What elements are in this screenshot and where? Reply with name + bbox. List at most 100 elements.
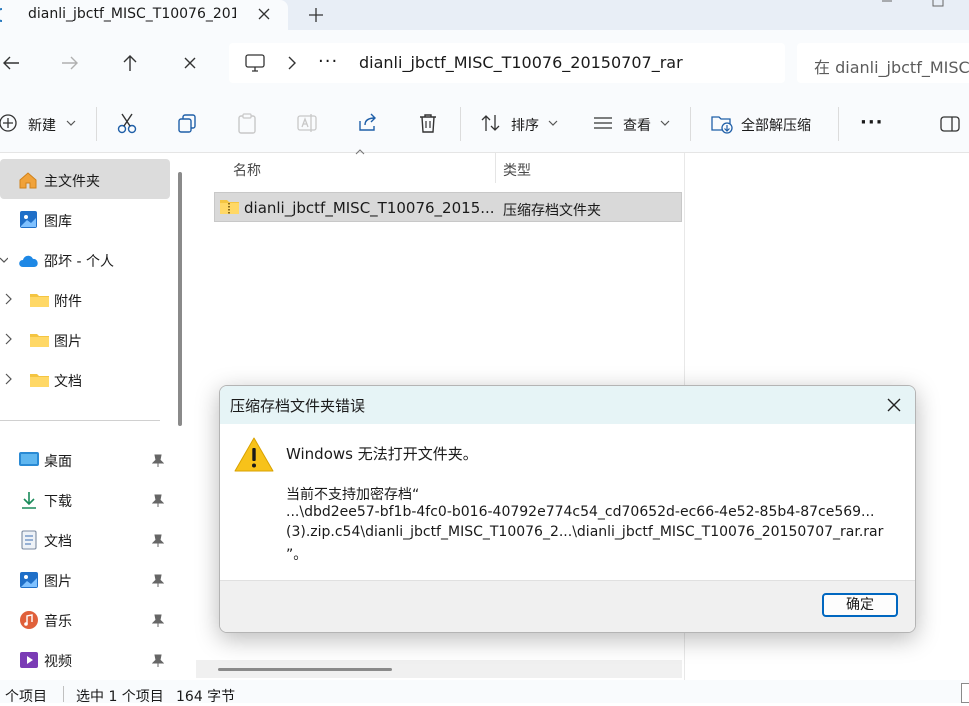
quick-access-label[interactable]: 文档 [44,531,72,551]
more-options-icon[interactable]: ··· [860,112,884,133]
view-list-icon [592,113,614,133]
dialog-detail: 当前不支持加密存档“ [286,487,420,503]
status-item-count: 个项目 [5,689,47,705]
divider [838,107,839,141]
status-selected: 选中 1 个项目 [76,689,164,705]
divider [63,686,64,702]
videos-icon [19,650,39,670]
zip-folder-icon [220,199,240,215]
music-icon [19,610,39,630]
tab-active[interactable]: dianli_jbctf_MISC_T10076_20150707_rar [0,0,288,30]
tab-icon [0,7,8,23]
folder-icon [30,372,50,388]
delete-icon[interactable] [417,112,439,134]
column-divider[interactable] [495,153,496,183]
sort-ascending-icon [355,148,365,156]
details-pane-icon[interactable] [939,114,961,134]
share-icon[interactable] [357,112,379,134]
tab-title: dianli_jbctf_MISC_T10076_20150707_rar [28,6,236,22]
copy-icon[interactable] [176,112,198,134]
nav-folder-label[interactable]: 图片 [54,331,82,351]
close-icon[interactable] [886,397,902,413]
pin-icon[interactable] [152,534,164,548]
divider [0,420,160,421]
pin-icon[interactable] [152,614,164,628]
forward-button[interactable] [58,51,82,75]
chevron-right-icon[interactable] [5,333,13,345]
nav-home-label: 主文件夹 [44,174,100,190]
dialog-detail: (3).zip.c54\dianli_jbctf_MISC_T10076_2..… [286,524,884,540]
error-dialog: 压缩存档文件夹错误 Windows 无法打开文件夹。 当前不支持加密存档“ ..… [219,385,916,633]
pictures-icon [19,571,39,589]
maximize-icon[interactable] [932,0,946,8]
nav-scrollbar[interactable] [178,172,182,426]
dialog-detail: ...\dbd2ee57-bf1b-4fc0-b016-40792e774c54… [286,504,875,520]
minimize-icon[interactable] [880,0,894,4]
extract-archive-icon [710,112,734,134]
onedrive-cloud-icon [17,252,41,268]
quick-access-label[interactable]: 桌面 [44,451,72,471]
rename-icon[interactable] [296,112,318,134]
pin-icon[interactable] [152,494,164,508]
column-header-type[interactable]: 类型 [503,160,531,180]
dialog-title: 压缩存档文件夹错误 [230,397,366,415]
document-icon [21,530,37,550]
search-placeholder: 在 dianli_jbctf_MISC_T10076_20150707_rar … [814,58,969,77]
up-button[interactable] [118,51,142,75]
column-header-name[interactable]: 名称 [233,160,261,180]
desktop-icon [19,451,39,469]
view-toggle-icon[interactable] [961,683,969,703]
folder-icon [30,292,50,308]
cut-icon[interactable] [116,112,138,134]
nav-gallery-label: 图库 [44,214,72,230]
quick-access-label[interactable]: 图片 [44,571,72,591]
nav-onedrive-label: 邵坏 - 个人 [44,254,114,270]
quick-access-label[interactable]: 视频 [44,651,72,671]
gallery-icon [19,210,39,230]
dialog-message: Windows 无法打开文件夹。 [286,445,478,463]
file-name: dianli_jbctf_MISC_T10076_2015... [244,199,495,217]
file-type: 压缩存档文件夹 [503,203,601,219]
chevron-down-icon [66,119,76,127]
new-button-label: 新建 [28,118,56,134]
sort-label: 排序 [511,118,539,134]
pin-icon[interactable] [152,574,164,588]
close-icon[interactable] [256,6,272,22]
nav-folder-label[interactable]: 文档 [54,371,82,391]
folder-icon [30,332,50,348]
stop-button[interactable] [178,51,202,75]
divider [96,107,97,141]
dialog-footer [220,580,915,632]
warning-icon [234,436,274,472]
overflow-breadcrumb-icon[interactable]: ··· [318,51,338,72]
breadcrumb-current[interactable]: dianli_jbctf_MISC_T10076_20150707_rar [359,53,683,72]
pin-icon[interactable] [152,454,164,468]
dialog-detail: ”。 [286,547,308,563]
status-size: 164 字节 [176,689,236,705]
home-icon [18,170,38,190]
sort-icon [480,113,502,133]
chevron-right-icon[interactable] [5,293,13,305]
chevron-down-icon [548,119,558,127]
paste-icon[interactable] [236,112,258,134]
quick-access-label[interactable]: 下载 [44,491,72,511]
nav-folder-label[interactable]: 附件 [54,291,82,311]
search-input[interactable]: 在 dianli_jbctf_MISC_T10076_20150707_rar … [797,43,969,83]
download-icon [20,490,38,510]
plus-circle-icon [0,113,18,133]
new-tab-button[interactable] [306,5,326,25]
back-button[interactable] [0,51,24,75]
chevron-right-icon[interactable] [5,373,13,385]
view-label: 查看 [623,118,651,134]
ok-button[interactable]: 确定 [822,593,898,617]
horizontal-scroll-thumb[interactable] [218,668,392,671]
divider [460,107,461,141]
chevron-down-icon [660,119,670,127]
chevron-right-icon[interactable] [286,55,298,71]
quick-access-label[interactable]: 音乐 [44,611,72,631]
computer-icon [244,52,266,74]
divider [690,107,691,141]
pin-icon[interactable] [152,654,164,668]
extract-all-label: 全部解压缩 [741,118,811,134]
address-bar[interactable]: ··· dianli_jbctf_MISC_T10076_20150707_ra… [229,43,785,83]
